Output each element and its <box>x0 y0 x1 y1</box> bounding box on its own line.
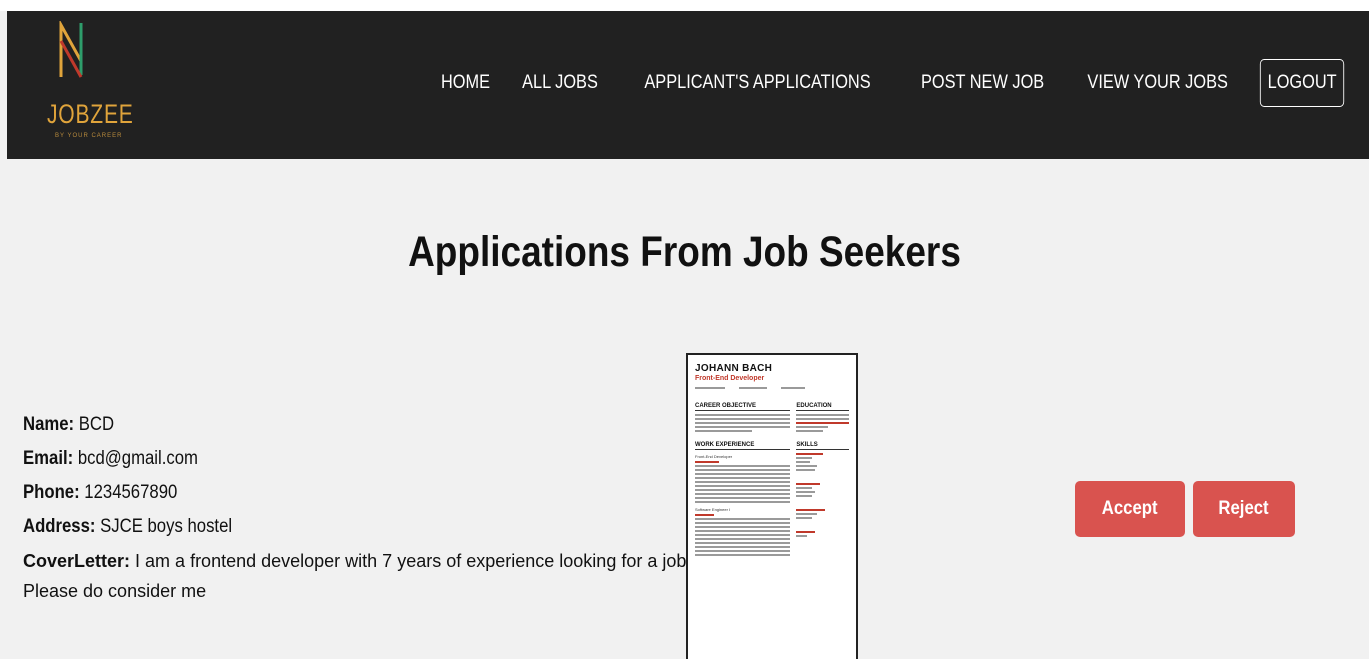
resume-skill-group-line <box>796 531 815 533</box>
name-label: Name: <box>23 414 75 435</box>
resume-experience-heading: WORK EXPERIENCE <box>695 442 791 450</box>
navbar: JOBZEE BY YOUR CAREER HOME ALL JOBS APPL… <box>7 11 1369 159</box>
resume-skill-line <box>796 535 807 537</box>
resume-text-line <box>695 538 791 540</box>
resume-skill-line <box>796 465 818 467</box>
resume-company-line <box>695 461 719 463</box>
resume-objective-heading: CAREER OBJECTIVE <box>695 403 791 411</box>
applicant-cover-row: CoverLetter: I am a frontend developer w… <box>23 544 703 606</box>
resume-education-heading: EDUCATION <box>796 403 849 411</box>
nav-view-your-jobs[interactable]: VIEW YOUR JOBS <box>1078 72 1237 94</box>
resume-text-line <box>695 518 791 520</box>
resume-job2: Software Engineer I <box>695 507 731 512</box>
resume-right-column: EDUCATION SKILLS <box>796 403 849 558</box>
accept-button[interactable]: Accept <box>1075 481 1185 537</box>
resume-text-line <box>695 430 753 432</box>
logo-text: JOBZEE <box>47 99 134 129</box>
resume-skill-line <box>796 495 813 497</box>
cover-letter-label: CoverLetter: <box>23 551 131 571</box>
nav-links: HOME ALL JOBS APPLICANT'S APPLICATIONS P… <box>426 59 1351 107</box>
nav-all-jobs[interactable]: ALL JOBS <box>513 72 608 94</box>
resume-text-line <box>695 497 791 499</box>
resume-text-line <box>796 426 828 428</box>
resume-text-line <box>695 481 791 483</box>
resume-image[interactable]: JOHANN BACH Front-End Developer CAREER O… <box>686 353 858 659</box>
resume-skill-line <box>796 517 813 519</box>
resume-skill-line <box>796 513 818 515</box>
nav-home[interactable]: HOME <box>432 72 500 94</box>
phone-label: Phone: <box>23 482 80 503</box>
email-label: Email: <box>23 448 74 469</box>
resume-text-line <box>796 418 849 420</box>
reject-button-label: Reject <box>1218 498 1270 519</box>
resume-skill-line <box>796 491 815 493</box>
address-label: Address: <box>23 516 96 537</box>
applicant-name: BCD <box>78 414 115 435</box>
resume-text-line <box>695 550 791 552</box>
applicant-email-row: Email: bcd@gmail.com <box>23 442 621 476</box>
resume-text-line <box>695 530 791 532</box>
resume-text-line <box>695 546 791 548</box>
resume-text-line <box>796 430 823 432</box>
resume-text-line <box>695 465 791 467</box>
resume-text-line <box>695 493 791 495</box>
resume-text-line <box>695 542 791 544</box>
applicant-address-row: Address: SJCE boys hostel <box>23 510 621 544</box>
applicant-phone: 1234567890 <box>84 482 178 503</box>
top-strip <box>0 0 1369 11</box>
resume-school-line <box>796 422 849 424</box>
resume-contact <box>695 385 849 391</box>
resume-skill-group-line <box>796 453 823 455</box>
resume-text-line <box>695 426 791 428</box>
resume-skill-line <box>796 461 810 463</box>
resume-contact-line <box>695 387 725 389</box>
resume-text-line <box>695 501 791 503</box>
resume-text-line <box>695 526 791 528</box>
applicant-phone-row: Phone: 1234567890 <box>23 476 621 510</box>
resume-skill-line <box>796 469 815 471</box>
logout-button[interactable]: LOGOUT <box>1259 59 1345 107</box>
resume-contact-line <box>781 387 805 389</box>
resume-text-line <box>695 469 791 471</box>
resume-name: JOHANN BACH <box>695 363 773 374</box>
resume-job1: Front-End Developer <box>695 454 733 459</box>
resume-skill-line <box>796 487 813 489</box>
accept-button-label: Accept <box>1102 498 1158 519</box>
resume-contact-line <box>739 387 767 389</box>
resume-role: Front-End Developer <box>695 375 765 382</box>
resume-text-line <box>695 414 791 416</box>
nav-post-new-job[interactable]: POST NEW JOB <box>912 72 1054 94</box>
resume-text-line <box>695 489 791 491</box>
resume-text-line <box>695 418 791 420</box>
resume-text-line <box>695 477 791 479</box>
logo[interactable]: JOBZEE BY YOUR CAREER <box>31 21 151 141</box>
applicant-name-row: Name: BCD <box>23 408 621 442</box>
page-title: Applications From Job Seekers <box>408 228 961 276</box>
resume-text-line <box>796 414 849 416</box>
applicant-address: SJCE boys hostel <box>100 516 233 537</box>
applicant-details: Name: BCD Email: bcd@gmail.com Phone: 12… <box>23 408 703 606</box>
resume-skills-heading: SKILLS <box>796 442 849 450</box>
resume-columns: CAREER OBJECTIVE WORK EXPERIENCE Front-E… <box>695 403 849 558</box>
resume-left-column: CAREER OBJECTIVE WORK EXPERIENCE Front-E… <box>695 403 791 558</box>
logo-tagline: BY YOUR CAREER <box>55 133 123 139</box>
resume-text-line <box>695 473 791 475</box>
resume-skill-line <box>796 457 813 459</box>
resume-text-line <box>695 422 791 424</box>
resume-company-line <box>695 514 715 516</box>
resume-text-line <box>695 522 791 524</box>
logo-mark-icon <box>59 21 83 78</box>
resume-skill-group-line <box>796 509 826 511</box>
nav-applicants-applications[interactable]: APPLICANT'S APPLICATIONS <box>635 72 880 94</box>
reject-button[interactable]: Reject <box>1193 481 1295 537</box>
resume-skill-group-line <box>796 483 821 485</box>
resume-text-line <box>695 554 791 556</box>
applicant-email: bcd@gmail.com <box>77 448 198 469</box>
resume-text-line <box>695 534 791 536</box>
resume-text-line <box>695 485 791 487</box>
